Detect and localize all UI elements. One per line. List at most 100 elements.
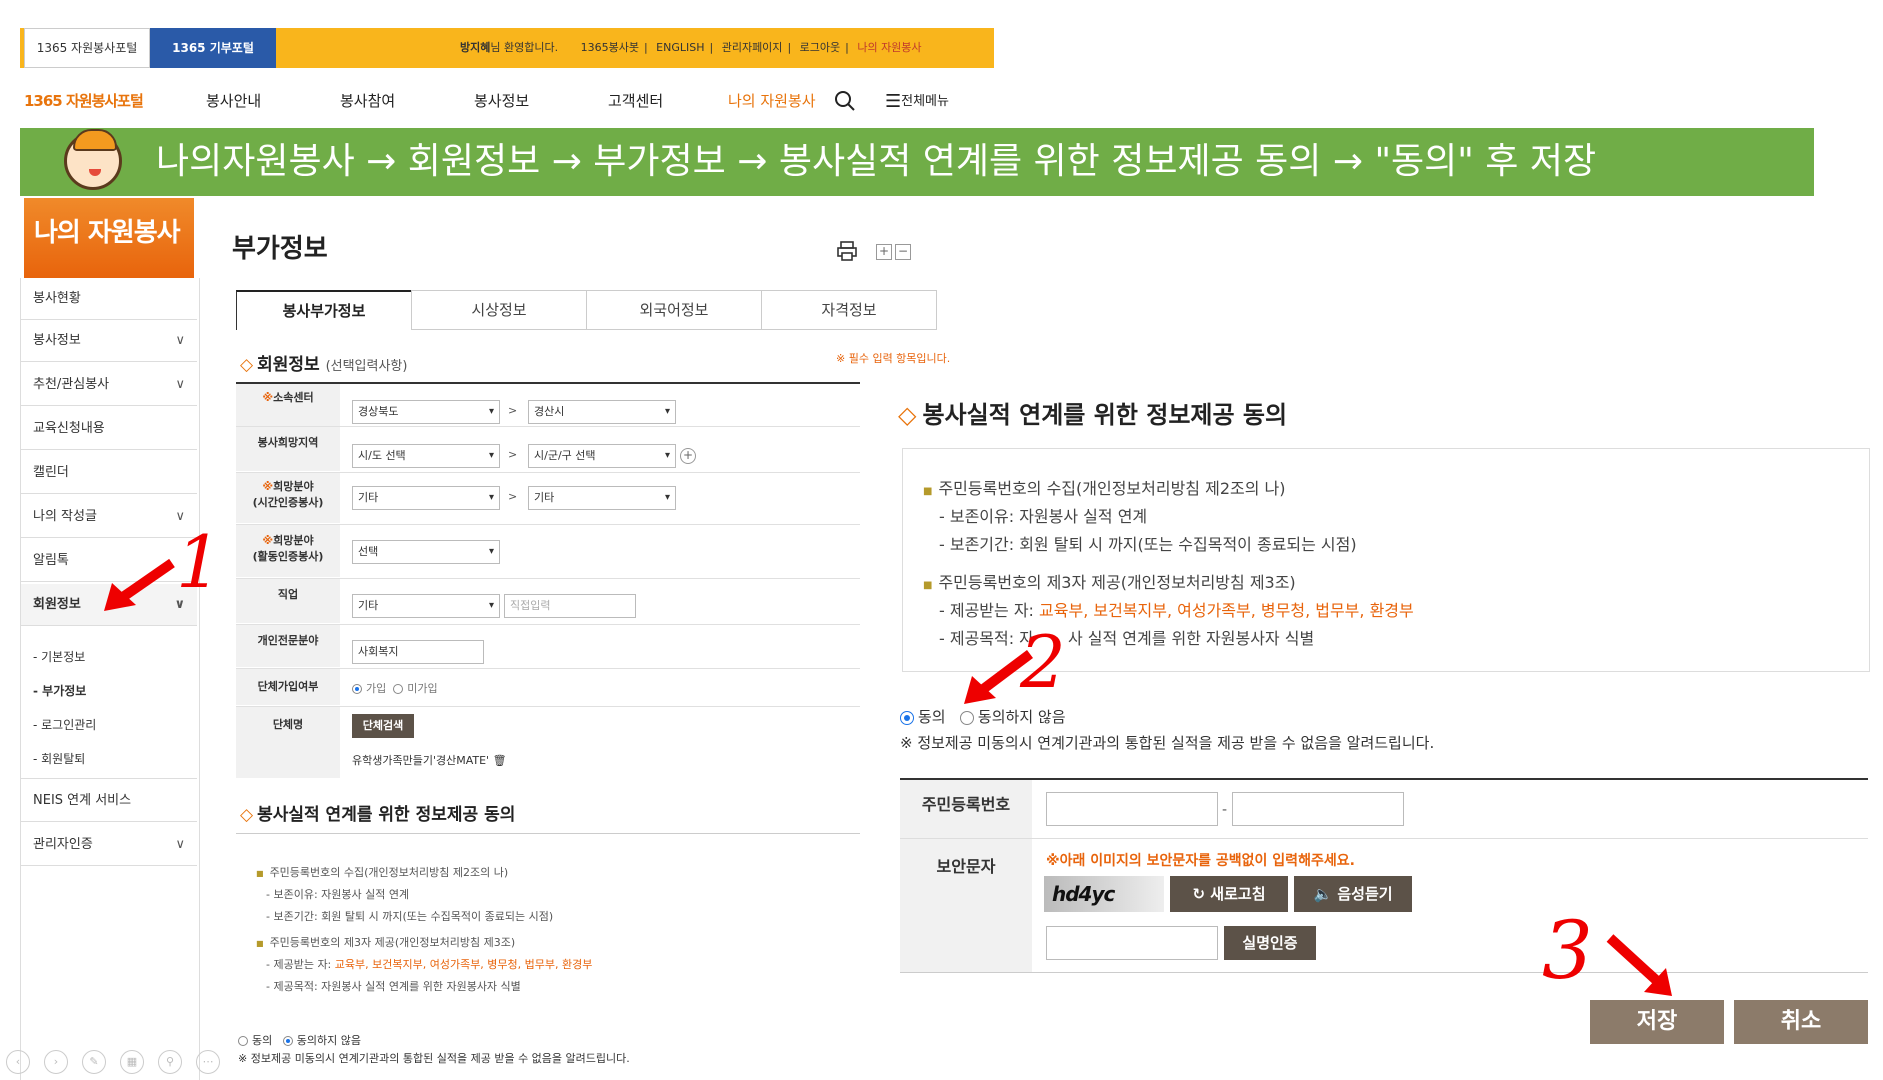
tab-certificates[interactable]: 자격정보 <box>761 290 937 330</box>
gnb-item-guide[interactable]: 봉사안내 <box>206 90 261 111</box>
link-logout[interactable]: 로그아웃 <box>800 41 840 54</box>
agree-item2-receivers: - 제공받는 자: 교육부, 보건복지부, 여성가족부, 병무청, 법무부, 환… <box>266 958 593 971</box>
zoom-item1-reason: - 보존이유: 자원봉사 실적 연계 <box>939 507 1148 526</box>
captcha-image: hd4yc <box>1044 876 1164 912</box>
field-time-select-2[interactable]: 기타 ▾ <box>528 486 676 510</box>
chevron-down-icon: ▾ <box>488 546 494 557</box>
portal-tab[interactable]: 1365 자원봉사포털 <box>24 28 150 68</box>
link-my-volunteer[interactable]: 나의 자원봉사 <box>857 41 921 54</box>
gt-sign: > <box>508 448 518 461</box>
gt-sign: > <box>508 490 518 503</box>
annotation-arrow-3-icon <box>1606 934 1672 996</box>
zoom-agree-radios[interactable]: 동의 동의하지 않음 <box>900 706 1066 727</box>
link-chatbot[interactable]: 1365봉사봇 <box>581 41 639 54</box>
annotation-arrow-1-icon <box>104 558 175 611</box>
rrn-back-input[interactable] <box>1232 792 1404 826</box>
chevron-down-icon: ∨ <box>175 377 185 392</box>
sidebar-sub-basic-info[interactable]: - 기본정보 <box>33 648 85 665</box>
job-select[interactable]: 기타 ▾ <box>352 594 500 618</box>
label-field-time: ※희망분야 (시간인증봉사) <box>236 473 340 523</box>
sidebar-item-info[interactable]: 봉사정보 ∨ <box>21 320 197 362</box>
link-english[interactable]: ENGLISH <box>656 41 704 54</box>
label-region: 봉사희망지역 <box>236 427 340 471</box>
tab-awards[interactable]: 시상정보 <box>411 290 587 330</box>
site-logo[interactable]: 1365 자원봉사포털 <box>24 90 144 111</box>
zoom-item2-title: ■ 주민등록번호의 제3자 제공(개인정보처리방침 제3조) <box>923 573 1296 592</box>
security-note: ※아래 이미지의 보안문자를 공백없이 입력해주세요. <box>1046 853 1355 869</box>
sidebar-sub-login-manage[interactable]: - 로그인관리 <box>33 716 96 733</box>
job-direct-input[interactable]: 직접입력 <box>504 594 636 618</box>
listen-captcha-button[interactable]: 🔈 음성듣기 <box>1294 876 1412 912</box>
chevron-down-icon: ▾ <box>488 492 494 503</box>
instruction-banner: 나의자원봉사 → 회원정보 → 부가정보 → 봉사실적 연계를 위한 정보제공 … <box>20 128 1814 196</box>
refresh-icon: ↻ <box>1192 885 1211 903</box>
radio-disagree-zoom[interactable] <box>959 710 974 725</box>
speaker-icon: 🔈 <box>1313 885 1338 903</box>
refresh-captcha-button[interactable]: ↻ 새로고침 <box>1170 876 1288 912</box>
sidebar-sub-withdraw[interactable]: - 회원탈퇴 <box>33 750 85 767</box>
field-activity-select[interactable]: 선택 ▾ <box>352 540 500 564</box>
captcha-input[interactable] <box>1046 926 1218 960</box>
save-button[interactable]: 저장 <box>1590 1000 1724 1044</box>
radio-not-join[interactable] <box>393 684 404 694</box>
diamond-icon: ◇ <box>240 805 254 825</box>
agree-box: ■ 주민등록번호의 수집(개인정보처리방침 제2조의 나) - 보존이유: 자원봉… <box>236 833 860 999</box>
chevron-down-icon: ▾ <box>488 600 494 611</box>
all-menu-button[interactable]: ☰전체메뉴 <box>885 90 949 112</box>
radio-agree-zoom[interactable] <box>900 710 914 725</box>
tab-languages[interactable]: 외국어정보 <box>586 290 762 330</box>
gnb-item-participate[interactable]: 봉사참여 <box>340 90 395 111</box>
zoom-out-icon[interactable]: − <box>895 244 911 260</box>
rrn-front-input[interactable] <box>1046 792 1218 826</box>
sidebar-item-recommend[interactable]: 추천/관심봉사 ∨ <box>21 364 197 406</box>
link-admin-page[interactable]: 관리자페이지 <box>722 41 783 54</box>
slides-icon[interactable]: ▦ <box>120 1050 144 1074</box>
search-icon[interactable] <box>834 90 856 116</box>
sidebar-item-education[interactable]: 교육신청내용 <box>21 408 197 450</box>
verify-button[interactable]: 실명인증 <box>1224 926 1316 960</box>
trash-icon[interactable]: 🗑 <box>493 754 507 767</box>
welcome-message: 방지혜님 환영합니다. <box>460 41 559 54</box>
radio-join[interactable] <box>352 684 362 694</box>
chevron-down-icon: ▾ <box>664 450 670 461</box>
diamond-icon: ◇ <box>240 355 254 375</box>
radio-agree[interactable] <box>238 1036 248 1046</box>
sidebar-sub-additional-info[interactable]: - 부가정보 <box>33 682 86 699</box>
hamburger-icon: ☰ <box>885 91 902 112</box>
donate-portal-tab[interactable]: 1365 기부포털 <box>150 28 276 68</box>
group-search-button[interactable]: 단체검색 <box>352 714 414 738</box>
center-sido-select[interactable]: 경상북도 ▾ <box>352 400 500 424</box>
tab-volunteer-additional[interactable]: 봉사부가정보 <box>236 290 412 330</box>
gnb-item-my-volunteer[interactable]: 나의 자원봉사 <box>728 90 816 111</box>
forward-icon[interactable]: › <box>44 1050 68 1074</box>
sidebar-item-status[interactable]: 봉사현황 <box>21 278 197 320</box>
print-icon[interactable] <box>836 240 858 267</box>
gnb-item-info[interactable]: 봉사정보 <box>474 90 529 111</box>
expert-input[interactable]: 사회복지 <box>352 640 484 664</box>
region-sido-select[interactable]: 시/도 선택 ▾ <box>352 444 500 468</box>
cancel-button[interactable]: 취소 <box>1734 1000 1868 1044</box>
back-icon[interactable]: ‹ <box>6 1050 30 1074</box>
agree-radios[interactable]: 동의 동의하지 않음 <box>238 1032 361 1048</box>
radio-disagree[interactable] <box>282 1036 293 1046</box>
gnb-item-support[interactable]: 고객센터 <box>608 90 663 111</box>
center-sigungu-select[interactable]: 경산시 ▾ <box>528 400 676 424</box>
zoom-item2-purpose: - 제공목적: 자사 실적 연계를 위한 자원봉사자 식별 <box>939 629 1315 648</box>
group-join-radios[interactable]: 가입 미가입 <box>352 680 438 696</box>
zoom-icon[interactable]: ⚲ <box>158 1050 182 1074</box>
add-region-icon[interactable]: + <box>680 448 696 464</box>
annotation-number-1: 1 <box>176 520 222 604</box>
region-sigungu-select[interactable]: 시/군/구 선택 ▾ <box>528 444 676 468</box>
label-job: 직업 <box>236 579 340 623</box>
field-time-select-1[interactable]: 기타 ▾ <box>352 486 500 510</box>
agree-item1-reason: - 보존이유: 자원봉사 실적 연계 <box>266 888 410 901</box>
sidebar-item-neis[interactable]: NEIS 연계 서비스 <box>21 778 197 822</box>
pen-icon[interactable]: ✎ <box>82 1050 106 1074</box>
chevron-down-icon: ▾ <box>664 492 670 503</box>
sidebar-item-admin-auth[interactable]: 관리자인증 ∨ <box>21 824 197 866</box>
more-icon[interactable]: ⋯ <box>196 1050 220 1074</box>
sidebar-item-calendar[interactable]: 캘린더 <box>21 452 197 494</box>
sidebar-item-my-posts[interactable]: 나의 작성글 ∨ <box>21 496 197 538</box>
zoom-in-icon[interactable]: + <box>876 244 892 260</box>
agree-heading: ◇ 봉사실적 연계를 위한 정보제공 동의 <box>240 805 516 825</box>
